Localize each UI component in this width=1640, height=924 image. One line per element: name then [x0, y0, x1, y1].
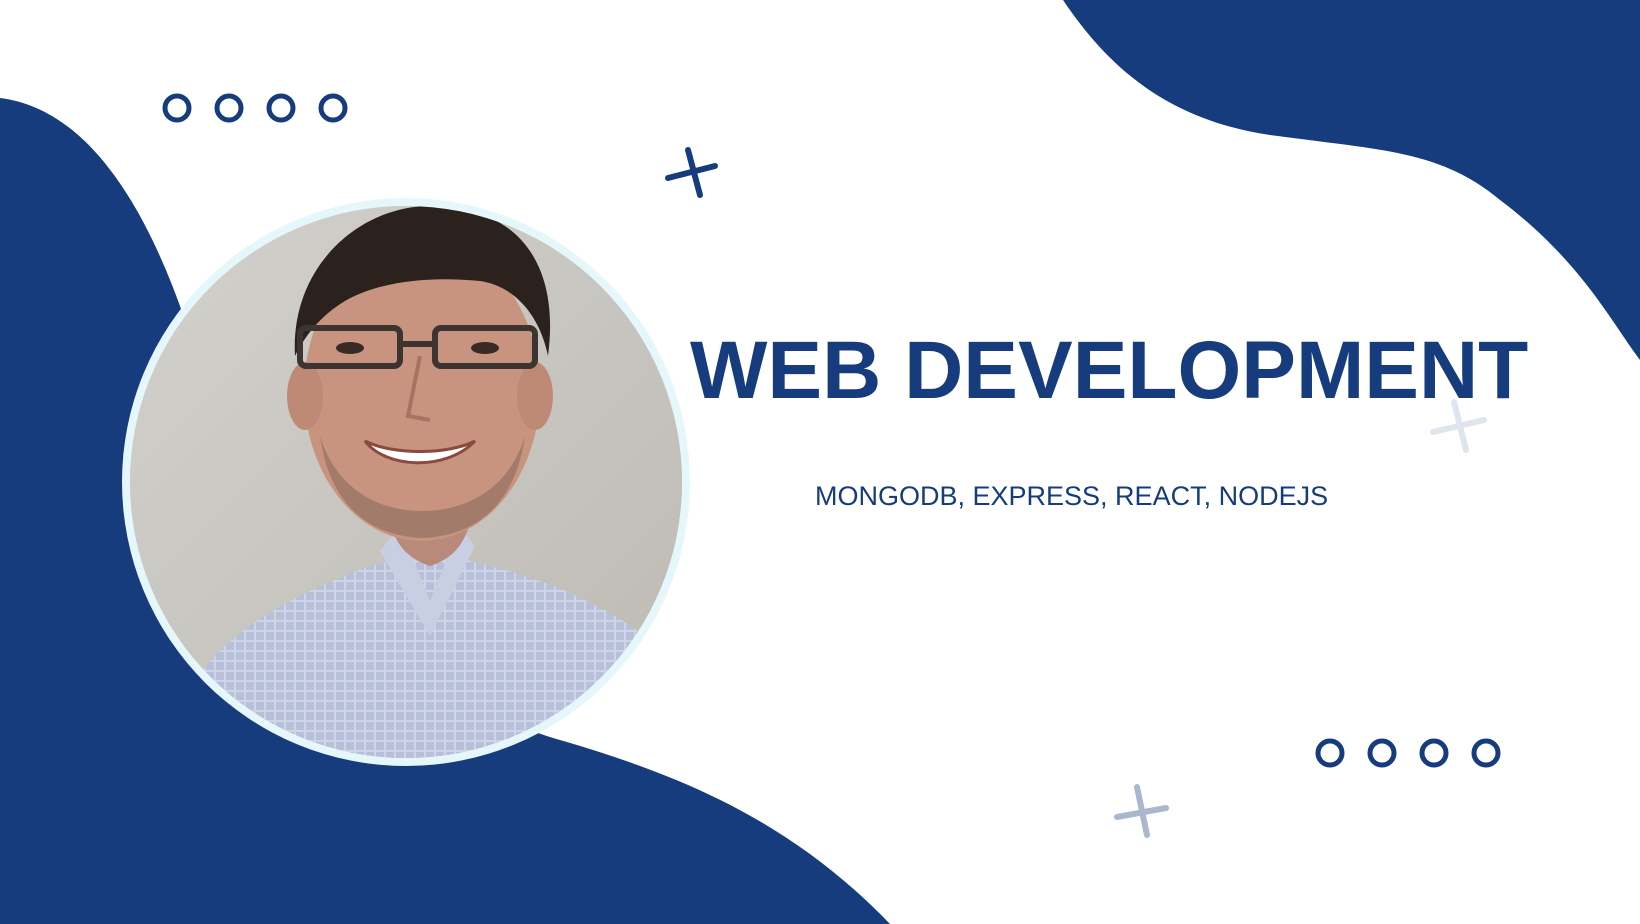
- ring-icon: [318, 93, 348, 123]
- top-right-blob-shape: [1063, 0, 1640, 360]
- plus-icon: [1114, 784, 1169, 838]
- ring-icon: [214, 93, 244, 123]
- ring-icon: [162, 93, 192, 123]
- ring-icon: [266, 93, 296, 123]
- ring-icon: [1315, 738, 1345, 768]
- tech-stack-subtitle: MONGODB, EXPRESS, REACT, NODEJS: [815, 481, 1329, 511]
- person-portrait-icon: [130, 206, 682, 758]
- ring-icon: [1419, 738, 1449, 768]
- ring-row-top-left: [162, 93, 348, 123]
- ring-icon: [1367, 738, 1397, 768]
- banner-canvas: WEB DEVELOPMENT MONGODB, EXPRESS, REACT,…: [0, 0, 1640, 924]
- portrait-photo: [130, 206, 682, 758]
- ring-row-bottom-right: [1315, 738, 1501, 768]
- page-title: WEB DEVELOPMENT: [690, 325, 1529, 416]
- ring-icon: [1471, 738, 1501, 768]
- plus-icon: [665, 147, 718, 198]
